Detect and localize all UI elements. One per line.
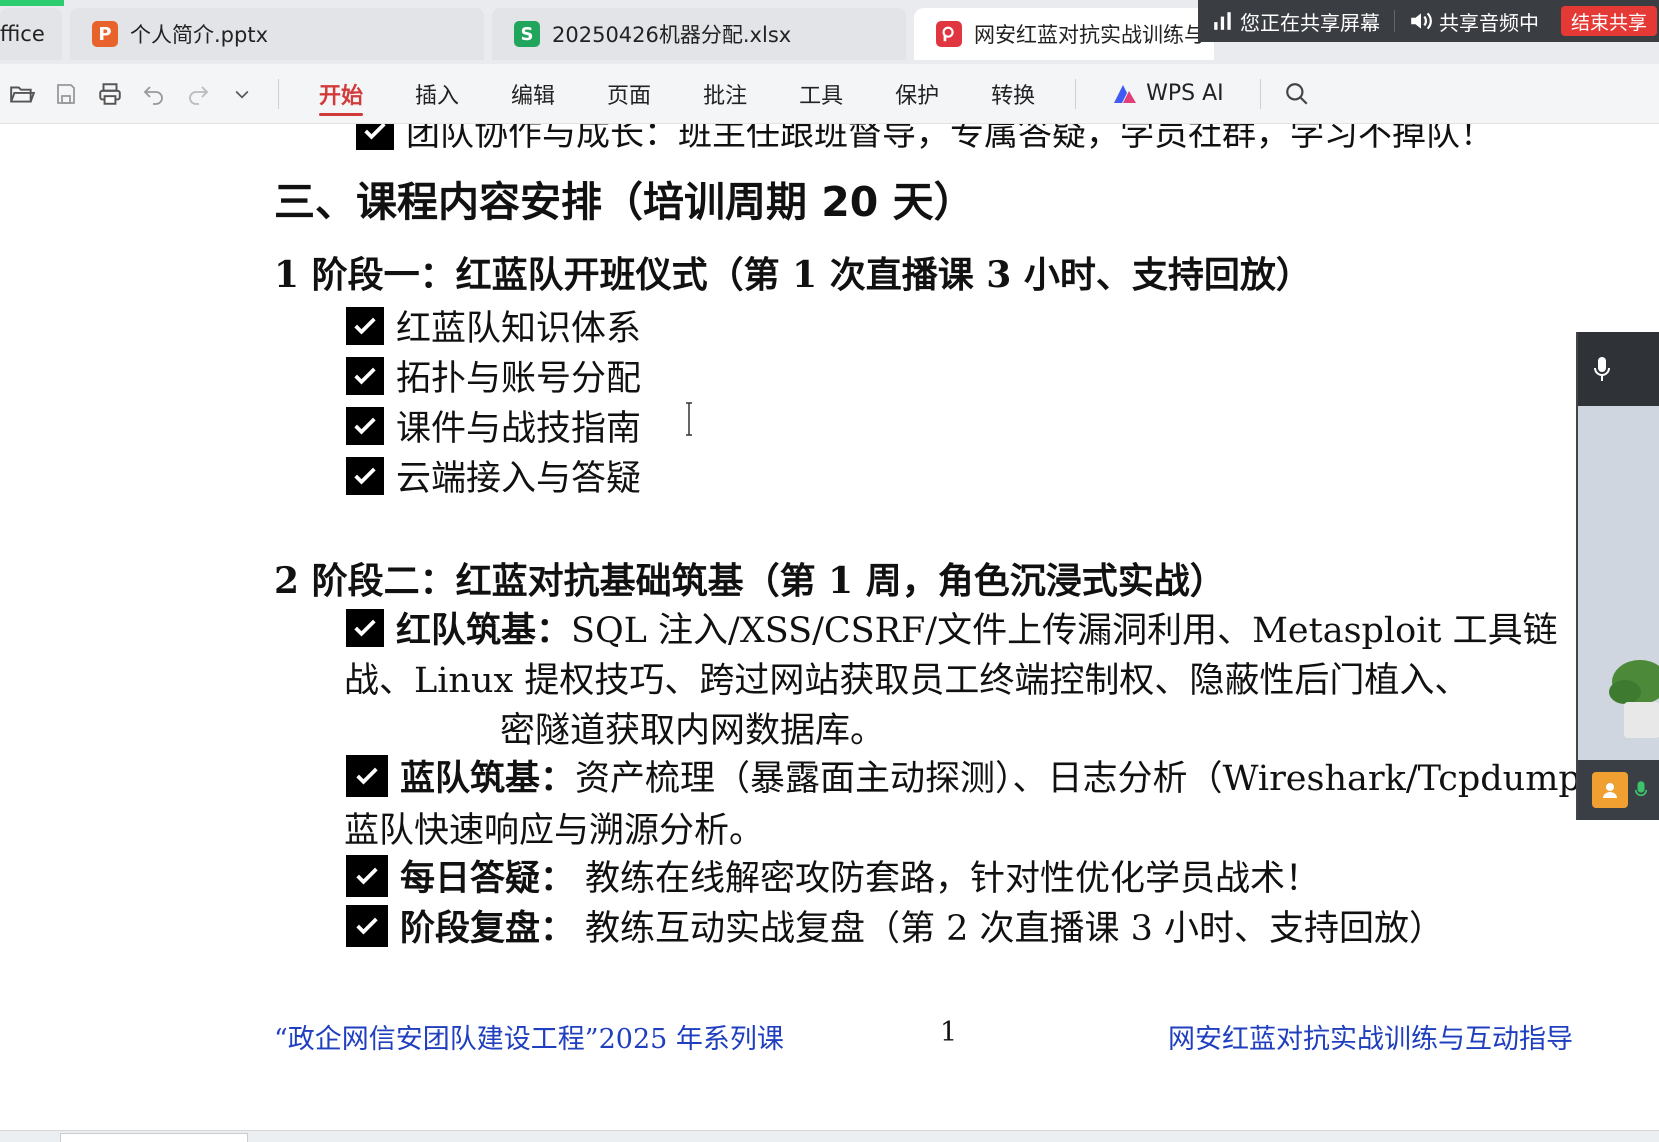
avatar-icon[interactable] [1592,772,1628,808]
red-team-text-continued: 战、Linux 提权技巧、跨过网站获取员工终端控制权、隐蔽性后门植入、 [344,661,1470,701]
wps-ai-logo-icon [1114,84,1137,103]
checkbox-checked-icon [346,306,384,345]
footer-page-number: 1 [940,1017,958,1048]
red-team-text: SQL 注入/XSS/CSRF/文件上传漏洞利用、Metasploit 工具链 [571,611,1558,651]
tab-label: 20250426机器分配.xlsx [552,23,792,47]
checkbox-checked-icon [346,456,384,495]
end-share-button[interactable]: 结束共享 [1561,6,1658,36]
toolbar-divider [1075,78,1077,109]
search-icon[interactable] [1275,72,1319,116]
menu-page[interactable]: 页面 [581,64,677,124]
item-text: 课件与战技指南 [396,409,642,449]
video-preview-panel[interactable] [1576,332,1659,820]
menu-convert[interactable]: 转换 [965,64,1061,124]
stage1-title: 1 阶段一：红蓝队开班仪式（第 1 次直播课 3 小时、支持回放） [274,254,1312,296]
blue-team-label: 蓝队筑基： [400,758,576,799]
partial-checklist-line: 团队协作与成长：班主任跟班督导，专属答疑，学员社群，学习不掉队！ [356,124,1494,155]
menu-annotate[interactable]: 批注 [677,64,773,124]
checkbox-checked-icon [346,406,384,445]
wps-ai-button[interactable]: WPS AI [1090,81,1246,106]
item-text: 云端接入与答疑 [396,459,642,499]
footer-course-title: 网安红蓝对抗实战训练与互动指导 [1168,1024,1573,1055]
list-item: 课件与战技指南 [346,400,641,451]
document-page[interactable]: 团队协作与成长：班主任跟班督导，专属答疑，学员社群，学习不掉队！ 三、课程内容安… [0,124,1659,1130]
menu-insert[interactable]: 插入 [389,64,485,124]
tab-pptx[interactable]: P 个人简介.pptx [70,8,484,60]
line-text: 团队协作与成长：班主任跟班督导，专属答疑，学员社群，学习不掉队！ [406,124,1494,154]
save-icon[interactable] [44,72,88,116]
toolbar-divider [1259,78,1261,109]
item-text: 红蓝队知识体系 [396,309,642,349]
screen-share-bar: 您正在共享屏幕 共享音频中 结束共享 [1198,0,1659,42]
microphone-icon[interactable] [1592,355,1612,383]
checkbox-checked-icon [356,124,394,150]
checkbox-checked-icon [346,854,388,897]
text-cursor-icon [686,402,692,436]
video-panel-controls [1578,760,1659,820]
stage2-title: 2 阶段二：红蓝对抗基础筑基（第 1 周，角色沉浸式实战） [274,560,1226,602]
list-item-stage-review: 阶段复盘： 教练互动实战复盘（第 2 次直播课 3 小时、支持回放） [346,900,1444,951]
sharing-audio-indicator[interactable]: 共享音频中 [1395,0,1553,42]
microphone-active-icon[interactable] [1634,779,1648,801]
presentation-icon: P [92,21,118,47]
sharing-screen-label: 您正在共享屏幕 [1240,10,1380,35]
video-panel-header [1578,332,1659,406]
undo-icon[interactable] [132,72,176,116]
signal-icon [1214,12,1231,30]
menu-tools[interactable]: 工具 [773,64,869,124]
daily-qa-text: 教练在线解密攻防套路，针对性优化学员战术！ [585,859,1321,899]
item-text: 拓扑与账号分配 [396,359,642,399]
pdf-icon [936,21,962,47]
checkbox-checked-icon [346,754,388,797]
red-team-text-end: 密隧道获取内网数据库。 [500,711,886,751]
footer-series-title: “政企网信安团队建设工程”2025 年系列课 [274,1024,784,1055]
list-item: 红蓝队知识体系 [346,300,641,351]
tab-label: 网安红蓝对抗实战训练与 [974,23,1205,47]
daily-qa-label: 每日答疑： [400,858,576,899]
stage-review-label: 阶段复盘： [400,908,576,949]
chevron-down-icon[interactable] [220,72,264,116]
tab-bar: ffice P 个人简介.pptx S 20250426机器分配.xlsx 网安… [0,0,1659,64]
tab-xlsx[interactable]: S 20250426机器分配.xlsx [492,8,906,60]
sharing-audio-label: 共享音频中 [1439,10,1539,35]
sharing-screen-indicator[interactable]: 您正在共享屏幕 [1198,0,1394,42]
speaker-icon [1411,12,1432,30]
page-navigator-field[interactable] [60,1133,248,1142]
list-item: 拓扑与账号分配 [346,350,641,401]
wps-ai-label: WPS AI [1146,81,1224,106]
blue-team-text-continued: 蓝队快速响应与溯源分析。 [344,811,765,851]
list-item-blue-team: 蓝队筑基： 资产梳理（暴露面主动探测）、日志分析（Wireshark/Tcpdu… [346,750,1581,801]
list-item-daily-qa: 每日答疑： 教练在线解密攻防套路，针对性优化学员战术！ [346,850,1320,901]
tab-office[interactable]: ffice [0,8,62,60]
print-icon[interactable] [88,72,132,116]
plant-image [1609,660,1659,738]
toolbar-divider [278,78,279,109]
tab-label: 个人简介.pptx [130,23,268,47]
ribbon-toolbar: 开始 插入 编辑 页面 批注 工具 保护 转换 WPS AI [0,64,1659,124]
menu-home[interactable]: 开始 [293,64,389,124]
redo-icon[interactable] [176,72,220,116]
stage-review-text: 教练互动实战复盘（第 2 次直播课 3 小时、支持回放） [585,909,1445,949]
red-team-label: 红队筑基： [396,610,572,651]
status-bar [0,1130,1659,1142]
menu-protect[interactable]: 保护 [869,64,965,124]
checkbox-checked-icon [346,608,384,647]
tab-pdf[interactable]: 网安红蓝对抗实战训练与 [914,8,1214,60]
spreadsheet-icon: S [514,21,540,47]
blue-team-text: 资产梳理（暴露面主动探测）、日志分析（Wireshark/Tcpdump [575,759,1581,799]
tab-label: ffice [0,22,45,46]
list-item-red-team: 红队筑基： SQL 注入/XSS/CSRF/文件上传漏洞利用、Metasploi… [346,602,1558,653]
checkbox-checked-icon [346,356,384,395]
tab-accent-line [0,0,64,6]
menu-edit[interactable]: 编辑 [485,64,581,124]
list-item: 云端接入与答疑 [346,450,641,501]
open-folder-icon[interactable] [0,72,44,116]
checkbox-checked-icon [346,904,388,947]
section-title: 三、课程内容安排（培训周期 20 天） [274,178,975,226]
